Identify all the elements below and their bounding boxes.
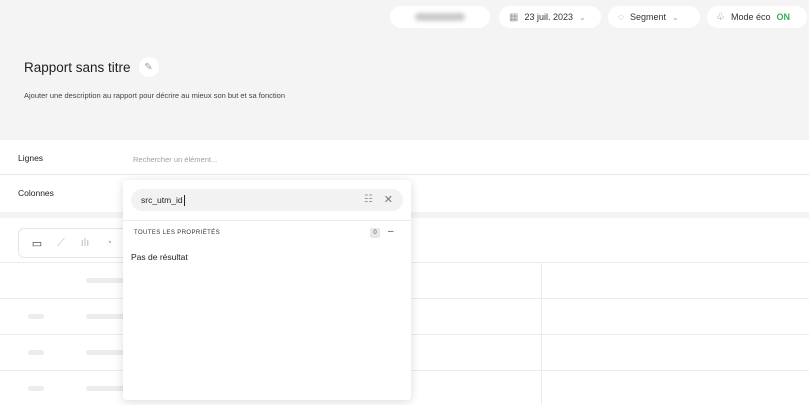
segment-label: Segment <box>629 12 666 22</box>
table-icon[interactable]: ▭ <box>27 233 47 253</box>
chevron-down-icon: ⌄ <box>579 12 586 22</box>
filter-icon[interactable]: ☷ <box>364 194 373 205</box>
eco-mode-toggle[interactable]: ♧ Mode éco ON <box>707 6 807 28</box>
empty-state-text: Pas de résultat <box>131 252 188 262</box>
rows-dimension-row: Lignes Rechercher un élément... <box>0 141 809 175</box>
page-title[interactable]: Rapport sans titre <box>24 60 131 75</box>
date-picker[interactable]: ▦ 23 juil. 2023 ⌄ <box>499 6 601 28</box>
columns-label: Colonnes <box>18 188 54 198</box>
chevron-down-icon: ⌄ <box>671 12 679 22</box>
property-search-dropdown: src_utm_id ☷ ✕ TOUTES LES PROPRIÉTÉS 0 –… <box>123 180 411 400</box>
text-caret <box>183 194 185 206</box>
segment-selector[interactable]: ◌ Segment ⌄ <box>608 6 700 28</box>
section-header: TOUTES LES PROPRIÉTÉS <box>134 230 220 236</box>
collapse-icon[interactable]: – <box>388 226 394 237</box>
title-row: Rapport sans titre ✎ <box>24 57 159 77</box>
report-description[interactable]: Ajouter une description au rapport pour … <box>24 91 285 100</box>
skeleton-cell <box>86 314 126 319</box>
leaf-icon: ♧ <box>716 11 725 23</box>
account-selector[interactable] <box>390 6 490 28</box>
pencil-icon[interactable]: ✎ <box>138 57 159 77</box>
skeleton-cell <box>28 314 44 319</box>
skeleton-cell <box>28 386 44 391</box>
skeleton-cell <box>28 350 44 355</box>
rows-label: Lignes <box>18 153 44 163</box>
skeleton-cell <box>86 278 126 283</box>
pie-chart-icon[interactable]: ◔ <box>99 233 119 253</box>
section-count-badge: 0 <box>370 228 380 238</box>
dropdown-divider <box>123 220 411 221</box>
close-icon[interactable]: ✕ <box>384 193 393 206</box>
table-column-divider <box>541 262 542 405</box>
calendar-icon: ▦ <box>509 11 519 23</box>
eco-state: ON <box>776 12 791 22</box>
date-label: 23 juil. 2023 <box>524 12 573 22</box>
line-chart-icon[interactable]: ⟋ <box>51 233 71 253</box>
eco-label: Mode éco <box>730 12 771 22</box>
segment-icon: ◌ <box>618 11 624 23</box>
blurred-account-name <box>415 13 465 21</box>
skeleton-cell <box>86 350 126 355</box>
search-value: src_utm_id <box>141 195 183 205</box>
visualization-toolbar: ▭ ⟋ ılı ◔ <box>18 228 138 258</box>
property-search-input[interactable]: src_utm_id ☷ ✕ <box>131 189 403 211</box>
bar-chart-icon[interactable]: ılı <box>75 233 95 253</box>
skeleton-cell <box>86 386 126 391</box>
rows-search-input[interactable]: Rechercher un élément... <box>133 155 217 164</box>
report-header: ▦ 23 juil. 2023 ⌄ ◌ Segment ⌄ ♧ Mode éco… <box>0 0 809 140</box>
